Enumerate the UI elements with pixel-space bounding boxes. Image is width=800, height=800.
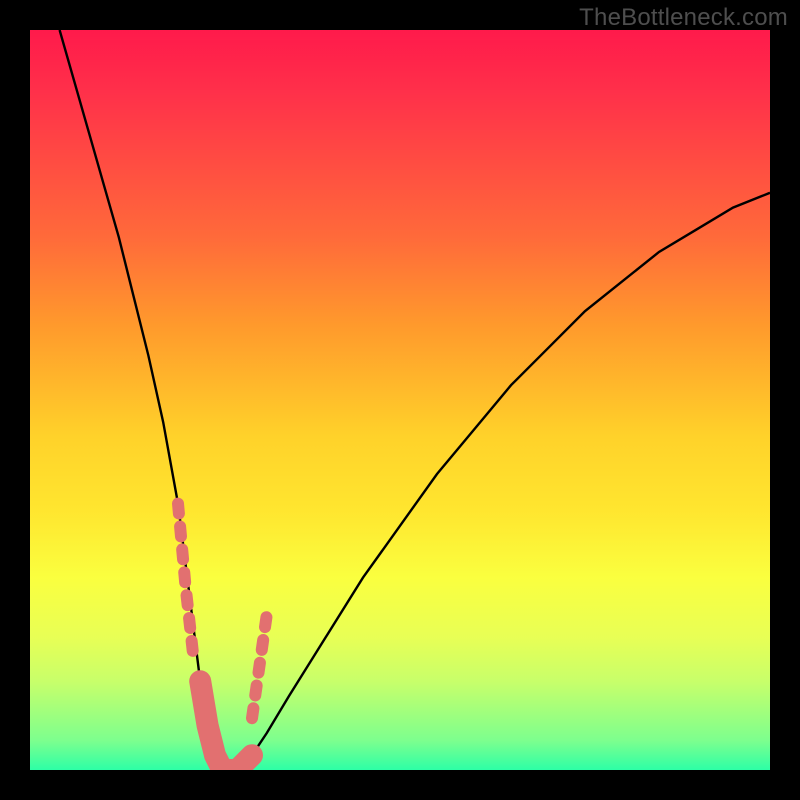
chart-frame: TheBottleneck.com: [0, 0, 800, 800]
watermark-text: TheBottleneck.com: [579, 4, 788, 32]
plot-area: [30, 30, 770, 770]
bottleneck-curve: [30, 30, 770, 770]
